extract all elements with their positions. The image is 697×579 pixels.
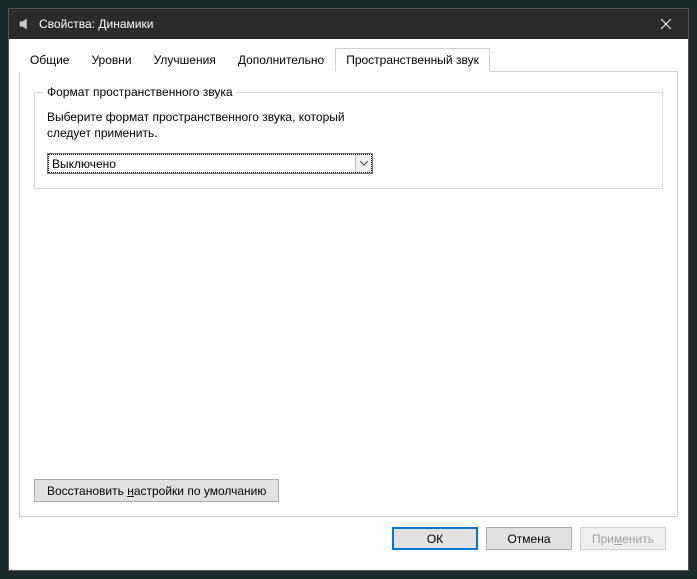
group-title: Формат пространственного звука (43, 85, 237, 99)
dialog-content: Общие Уровни Улучшения Дополнительно Про… (9, 39, 688, 570)
properties-dialog: Свойства: Динамики Общие Уровни Улучшени… (8, 8, 689, 571)
spatial-format-group: Формат пространственного звука Выберите … (34, 92, 663, 189)
restore-defaults-button[interactable]: Восстановить настройки по умолчанию (34, 479, 279, 502)
close-button[interactable] (643, 9, 688, 39)
ok-button[interactable]: ОК (392, 527, 478, 550)
dropdown-button[interactable] (355, 154, 372, 173)
cancel-button[interactable]: Отмена (486, 527, 572, 550)
spatial-format-dropdown[interactable]: Выключено (47, 153, 373, 174)
dialog-footer: ОК Отмена Применить (19, 517, 678, 560)
chevron-down-icon (360, 161, 368, 166)
tab-body: Формат пространственного звука Выберите … (19, 71, 678, 517)
apply-button: Применить (580, 527, 666, 550)
window-title: Свойства: Динамики (39, 17, 643, 31)
tab-levels[interactable]: Уровни (80, 48, 142, 72)
tab-spatial-sound[interactable]: Пространственный звук (335, 48, 490, 72)
dropdown-selected-value: Выключено (48, 157, 355, 171)
speaker-icon (17, 16, 33, 32)
tab-advanced[interactable]: Дополнительно (227, 48, 335, 72)
tabstrip: Общие Уровни Улучшения Дополнительно Про… (19, 47, 678, 72)
tab-enhancements[interactable]: Улучшения (143, 48, 227, 72)
group-description: Выберите формат пространственного звука,… (47, 109, 367, 141)
spacer (34, 189, 663, 479)
titlebar: Свойства: Динамики (9, 9, 688, 39)
close-icon (661, 19, 671, 29)
tab-general[interactable]: Общие (19, 48, 80, 72)
